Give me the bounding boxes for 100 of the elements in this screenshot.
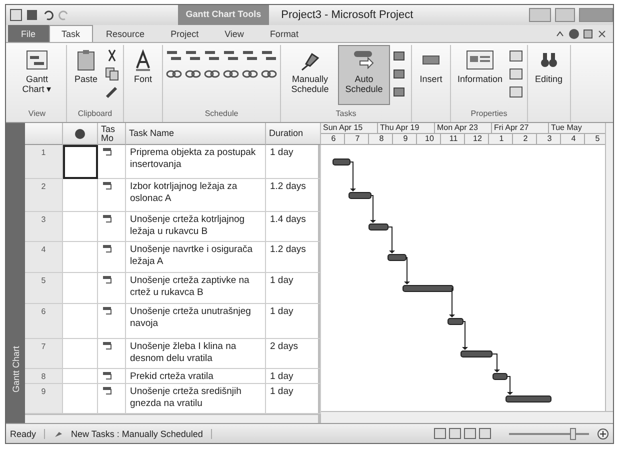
scrollbar[interactable] bbox=[605, 123, 613, 411]
timescale-label: 3 bbox=[537, 134, 561, 144]
ribbon-tab[interactable]: View bbox=[212, 25, 257, 42]
task-bars-icon[interactable] bbox=[185, 49, 201, 63]
ribbon-button[interactable]: Gantt Chart ▾ bbox=[11, 45, 63, 105]
row-number: 4 bbox=[25, 242, 63, 273]
minimize-ribbon-icon[interactable] bbox=[555, 29, 565, 39]
task-mode-icon bbox=[102, 341, 114, 351]
timeline-icon[interactable] bbox=[508, 85, 524, 99]
group-label: Tasks bbox=[336, 109, 356, 118]
ribbon-button[interactable]: Manually Schedule bbox=[284, 45, 336, 105]
timescale-label: 7 bbox=[345, 134, 369, 144]
file-tab[interactable]: File bbox=[8, 25, 49, 42]
ribbon-tab[interactable]: Resource bbox=[93, 25, 158, 42]
duration: 1 day bbox=[270, 306, 294, 317]
group-label: Properties bbox=[470, 109, 508, 118]
save-icon[interactable] bbox=[26, 9, 38, 21]
duration: 1.2 days bbox=[270, 244, 306, 255]
task-bars-icon[interactable] bbox=[166, 49, 182, 63]
scrollbar[interactable] bbox=[321, 411, 613, 423]
ribbon-tab[interactable]: Task bbox=[48, 25, 94, 42]
group-label: View bbox=[28, 109, 46, 118]
zoom-in-icon[interactable] bbox=[597, 428, 609, 440]
row-number: 3 bbox=[25, 212, 63, 242]
information-icon[interactable] bbox=[465, 48, 495, 72]
task-name: Priprema objekta za postupak insertovanja bbox=[130, 147, 256, 170]
task-name: Unošenje crteža zaptivke na crtež u rukavca B bbox=[130, 275, 250, 298]
details-icon[interactable] bbox=[508, 67, 524, 81]
copy-icon[interactable] bbox=[104, 67, 120, 81]
task-name: Unošenje crteža kotrljajnog ležaja u rukavcu B bbox=[130, 214, 245, 237]
ribbon-button[interactable]: Editing bbox=[531, 45, 567, 105]
group-label: Schedule bbox=[204, 109, 238, 118]
timescale-label: 1 bbox=[489, 134, 513, 144]
new-tasks-mode[interactable]: New Tasks : Manually Scheduled bbox=[71, 428, 212, 438]
view-shortcut-icon[interactable] bbox=[449, 428, 461, 439]
ribbon-button[interactable]: Paste bbox=[70, 45, 102, 105]
close-icon[interactable] bbox=[597, 29, 607, 39]
help-icon[interactable] bbox=[569, 29, 579, 39]
indicator-cell[interactable] bbox=[63, 145, 98, 179]
task-bars-icon[interactable] bbox=[242, 49, 258, 63]
app-icon[interactable] bbox=[10, 9, 22, 21]
task-name: Unošenje žleba I klina na desnom delu vratila bbox=[130, 341, 236, 364]
duration: 1 day bbox=[270, 386, 294, 397]
notes-icon[interactable] bbox=[508, 49, 524, 63]
duration: 1 day bbox=[270, 275, 294, 286]
undo-icon[interactable] bbox=[42, 9, 54, 21]
duration: 1 day bbox=[270, 371, 294, 382]
restore-icon[interactable] bbox=[583, 29, 593, 39]
timescale-label: 8 bbox=[369, 134, 393, 144]
task-bars-icon[interactable] bbox=[223, 49, 239, 63]
ribbon-button[interactable]: Insert bbox=[415, 45, 447, 105]
slider-thumb[interactable] bbox=[570, 428, 576, 440]
maximize-button[interactable] bbox=[554, 8, 575, 22]
ribbon-button[interactable]: Font bbox=[127, 45, 159, 105]
task-arrow-icon[interactable] bbox=[352, 48, 376, 72]
gantt-chart-icon[interactable] bbox=[25, 48, 49, 72]
status-text: Ready bbox=[10, 428, 46, 438]
column-header[interactable]: Duration bbox=[266, 123, 321, 145]
task-mode-icon bbox=[102, 181, 114, 191]
view-label: Gantt Chart bbox=[10, 346, 20, 393]
timescale-label: 12 bbox=[465, 134, 489, 144]
task-bars-icon[interactable] bbox=[261, 49, 277, 63]
duration: 1 day bbox=[270, 147, 294, 158]
task-mode-icon bbox=[102, 386, 114, 396]
view-shortcut-icon[interactable] bbox=[434, 428, 446, 439]
column-header[interactable]: Task Name bbox=[126, 123, 266, 145]
timescale-label: 9 bbox=[393, 134, 417, 144]
group-label: Clipboard bbox=[78, 109, 112, 118]
row-number: 6 bbox=[25, 304, 63, 339]
timescale-label: 11 bbox=[441, 134, 465, 144]
task-name: Izbor kotrljajnog ležaja za oslonac A bbox=[130, 181, 238, 204]
format-painter-icon[interactable] bbox=[104, 85, 120, 99]
scrollbar[interactable] bbox=[25, 414, 318, 423]
column-header[interactable]: Tas Mo bbox=[98, 123, 126, 145]
task-bars-icon[interactable] bbox=[204, 49, 220, 63]
ribbon-button[interactable]: Auto Schedule bbox=[338, 45, 390, 105]
timescale-label: Sun Apr 15 bbox=[321, 123, 378, 133]
window-title: Project3 - Microsoft Project bbox=[280, 9, 414, 21]
view-shortcut-icon[interactable] bbox=[464, 428, 476, 439]
task-name: Unošenje navrtke i osigurača ležaja A bbox=[130, 244, 253, 267]
task-name: Unošenje crteža središnjih gnezda na vratilu bbox=[130, 386, 242, 409]
duration: 1.4 days bbox=[270, 214, 306, 225]
row-number: 9 bbox=[25, 384, 63, 414]
minimize-button[interactable] bbox=[528, 8, 551, 22]
ribbon-button[interactable]: Information bbox=[454, 45, 506, 105]
view-shortcut-icon[interactable] bbox=[479, 428, 491, 439]
task-mode-icon bbox=[102, 147, 114, 157]
info-icon bbox=[75, 128, 85, 138]
ribbon-tab[interactable]: Format bbox=[256, 25, 312, 42]
duration: 2 days bbox=[270, 341, 298, 352]
task-mode-icon bbox=[102, 275, 114, 285]
task-mode-icon bbox=[102, 244, 114, 254]
row-number: 7 bbox=[25, 339, 63, 369]
ribbon-tab[interactable]: Project bbox=[158, 25, 212, 42]
timescale-label: 6 bbox=[321, 134, 345, 144]
task-name: Unošenje crteža unutrašnjeg navoja bbox=[130, 306, 251, 329]
timescale-label: 4 bbox=[561, 134, 585, 144]
row-number: 2 bbox=[25, 179, 63, 212]
timescale-label: Fri Apr 27 bbox=[492, 123, 549, 133]
task-mode-icon bbox=[102, 371, 114, 381]
